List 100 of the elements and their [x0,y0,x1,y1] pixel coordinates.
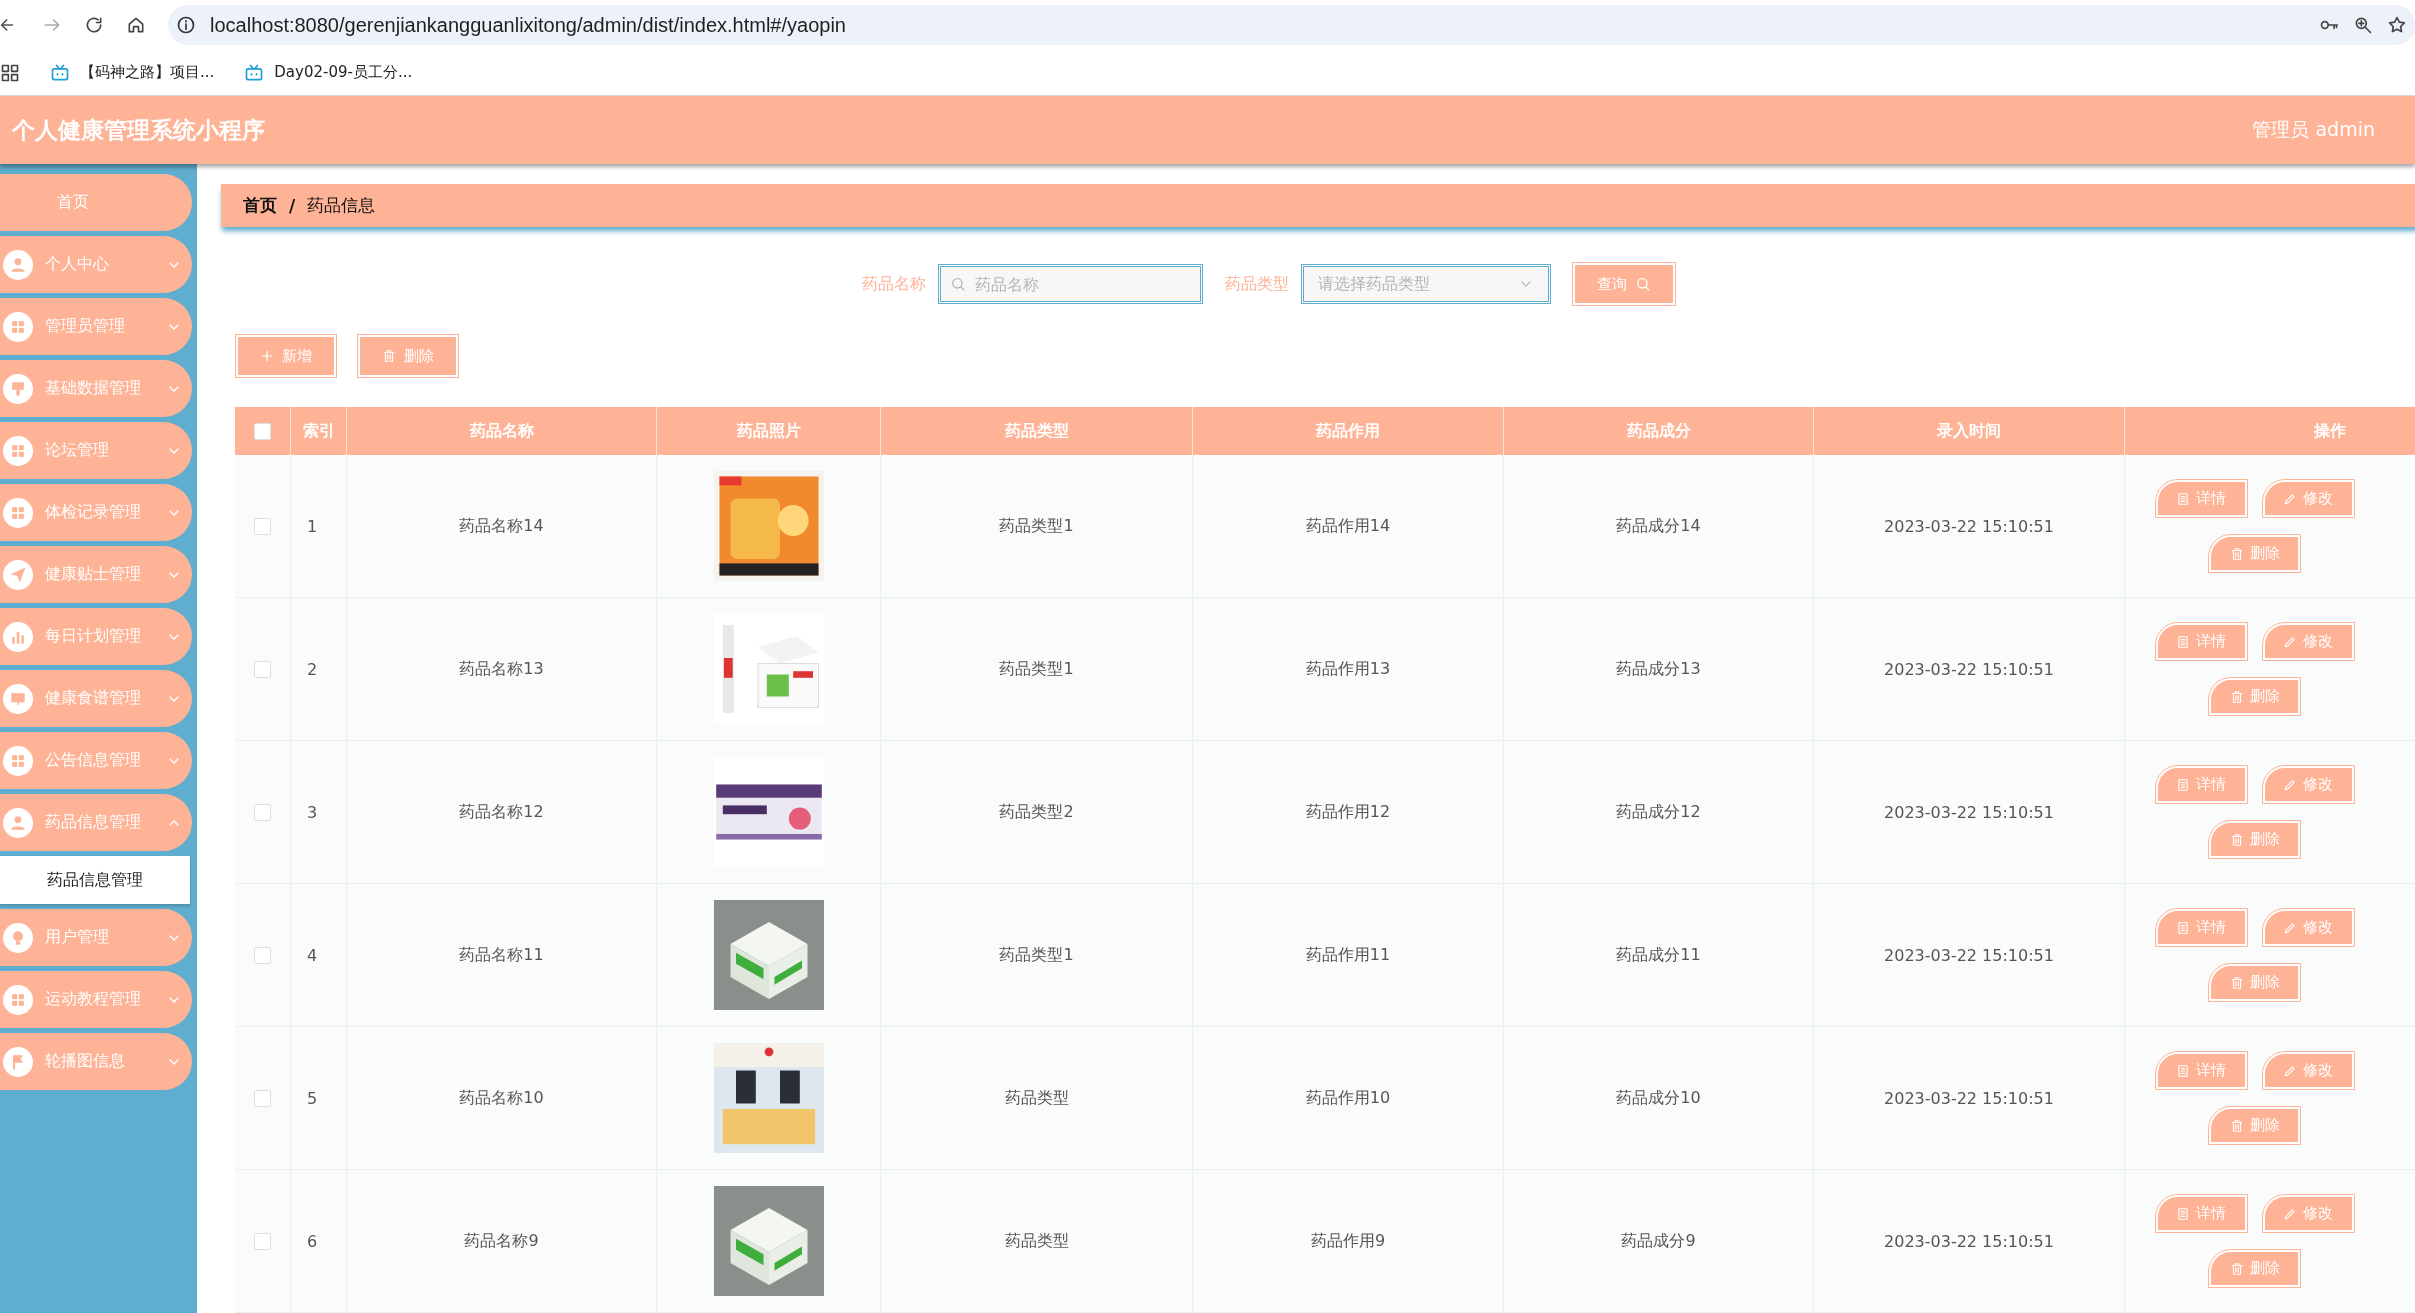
menu-item[interactable]: 健康贴士管理 [0,546,192,603]
table-cell: 药品名称12 [459,801,544,823]
pencil-icon [2283,777,2297,792]
menu-item[interactable]: 论坛管理 [0,422,192,479]
trash-icon [2229,546,2244,561]
row-checkbox[interactable] [254,803,271,821]
edit-button[interactable]: 修改 [2262,1195,2354,1232]
edit-button[interactable]: 修改 [2262,909,2354,946]
details-button[interactable]: 详情 [2155,766,2247,803]
row-checkbox[interactable] [254,946,271,964]
table-cell: 药品作用14 [1305,515,1391,537]
table-cell: 药品作用10 [1305,1087,1391,1109]
table-cell: 药品名称13 [459,658,544,680]
app-title: 个人健康管理系统小程序 [12,115,265,145]
table-cell: 4 [307,945,318,965]
edit-button[interactable]: 修改 [2262,480,2354,517]
table-cell: 药品作用13 [1305,658,1391,680]
field-label: 药品类型 [1224,273,1289,295]
edit-button[interactable]: 修改 [2262,1052,2354,1089]
row-checkbox[interactable] [254,1089,271,1107]
details-button[interactable]: 详情 [2155,1195,2247,1232]
table-cell: 2023-03-22 15:10:51 [1884,1231,2054,1251]
apps-grid-icon [0,62,20,83]
pencil-icon [2283,1063,2297,1078]
table-cell: 2023-03-22 15:10:51 [1884,516,2054,536]
column-header: 药品照片 [657,407,881,455]
menu-item[interactable]: 运动教程管理 [0,971,192,1028]
menu-item[interactable]: 药品信息管理 [0,794,192,851]
breadcrumb-link[interactable]: 首页 [243,194,277,217]
document-icon [2176,634,2190,649]
document-icon [2176,1063,2190,1078]
menu-item[interactable]: 健康食谱管理 [0,670,192,727]
grid-icon [3,435,33,466]
table-cell: 5 [307,1088,318,1108]
submenu-item[interactable]: 药品信息管理 [0,856,190,904]
pencil-icon [2283,920,2297,935]
pencil-icon [2283,1206,2297,1221]
menu-item[interactable]: 用户管理 [0,909,192,966]
table-cell: 药品成分14 [1616,515,1701,537]
edit-button[interactable]: 修改 [2262,623,2354,660]
table-cell: 药品作用9 [1310,1230,1386,1252]
table-cell: 6 [307,1231,318,1251]
plus-icon [260,349,274,363]
bookmark-link[interactable]: 【码神之路】项目... [50,62,215,83]
zoom-icon [2353,15,2373,35]
trash-icon [2229,1261,2244,1276]
delete-button[interactable]: 删除 [2209,535,2300,572]
row-checkbox[interactable] [254,1232,271,1250]
table-cell: 药品类型1 [999,658,1074,680]
table-cell: 药品作用11 [1305,944,1391,966]
table-cell: 2023-03-22 15:10:51 [1884,802,2054,822]
document-icon [2176,920,2190,935]
details-button[interactable]: 详情 [2155,1052,2247,1089]
details-button[interactable]: 详情 [2155,623,2247,660]
delete-button[interactable]: 删除 [2209,1107,2300,1144]
table-cell: 药品成分10 [1616,1087,1701,1109]
edit-button[interactable]: 修改 [2262,766,2354,803]
table-cell: 药品类型1 [999,944,1074,966]
menu-item[interactable]: 管理员管理 [0,298,192,355]
delete-button[interactable]: 删除 [358,335,458,377]
document-icon [2176,1206,2190,1221]
table-cell: 药品成分13 [1616,658,1701,680]
table-cell: 药品成分9 [1621,1230,1696,1252]
breadcrumb-current: 药品信息 [307,194,376,217]
delete-button[interactable]: 删除 [2209,678,2300,715]
row-checkbox[interactable] [254,660,271,678]
select-all-checkbox[interactable] [254,422,271,440]
menu-item[interactable]: 轮播图信息 [0,1033,192,1090]
menu-item[interactable]: 每日计划管理 [0,608,192,665]
menu-item[interactable]: 基础数据管理 [0,360,192,417]
delete-button[interactable]: 删除 [2209,964,2300,1001]
table-cell: 药品名称10 [459,1087,544,1109]
delete-button[interactable]: 删除 [2209,1250,2300,1287]
row-checkbox[interactable] [254,517,271,535]
bookmark-link[interactable]: Day02-09-员工分... [244,62,413,83]
pencil-icon [2283,634,2297,649]
add-button[interactable]: 新增 [236,335,336,377]
query-button[interactable]: 查询 [1572,263,1675,305]
menu-item[interactable]: 公告信息管理 [0,732,192,789]
flag-icon [3,1046,33,1077]
lightbulb-icon [3,922,33,953]
menu-item[interactable]: 体检记录管理 [0,484,192,541]
search-field[interactable]: 药品名称 [937,264,1203,304]
user-icon [3,807,33,838]
info-icon [176,15,196,35]
type-select[interactable]: 请选择药品类型 [1300,264,1551,304]
details-button[interactable]: 详情 [2155,909,2247,946]
menu-item[interactable]: 个人中心 [0,236,192,293]
table-cell: 药品类型 [1004,1087,1069,1109]
column-header: 药品作用 [1193,407,1504,455]
document-icon [2176,491,2190,506]
user-name: 管理员 admin [2252,117,2375,142]
delete-button[interactable]: 删除 [2209,821,2300,858]
details-button[interactable]: 详情 [2155,480,2247,517]
table-cell: 2023-03-22 15:10:51 [1884,659,2054,679]
url-text[interactable]: localhost:8080/gerenjiankangguanlixitong/admin/dist/index.html#/yaopin [210,13,846,37]
table-cell: 2 [307,659,318,679]
column-header: 药品名称 [347,407,657,455]
menu-item[interactable]: 首页 [0,174,192,231]
field-label: 药品名称 [861,273,926,295]
